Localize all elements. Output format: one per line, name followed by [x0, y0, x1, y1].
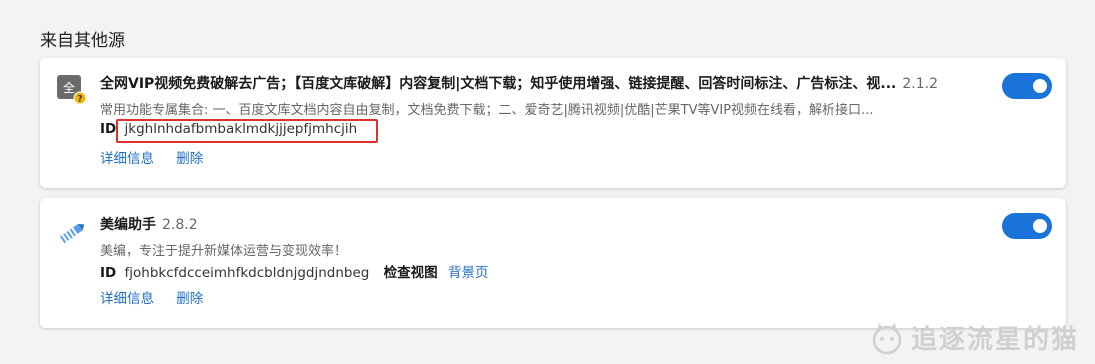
toggle-knob [1033, 219, 1047, 233]
script-extension-icon: 全 ? [56, 74, 87, 105]
toggle-knob [1033, 79, 1047, 93]
enable-toggle[interactable] [1002, 213, 1052, 239]
extension-version: 2.8.2 [162, 217, 198, 233]
extension-title: 美编助手 [100, 217, 156, 233]
svg-text:?: ? [77, 95, 82, 105]
remove-link[interactable]: 删除 [176, 291, 203, 307]
extension-title: 全网VIP视频免费破解去广告；【百度文库破解】内容复制|文档下载；知乎使用增强、… [100, 76, 897, 92]
enable-toggle[interactable] [1002, 73, 1052, 99]
remove-link[interactable]: 删除 [176, 151, 203, 167]
extension-description: 常用功能专属集合: 一、百度文库文档内容自由复制，文档免费下载；二、爱奇艺|腾讯… [100, 103, 874, 118]
background-page-link[interactable]: 背景页 [448, 265, 489, 281]
id-label: ID [100, 121, 117, 137]
section-title: 来自其他源 [40, 31, 125, 51]
details-link[interactable]: 详细信息 [100, 151, 154, 167]
watermark-text: 追逐流星的猫 [910, 325, 1079, 355]
extension-id-row: ID fjohbkcfdcceimhfkdcbldnjgdjndnbeg 检查视… [100, 261, 488, 281]
watermark: 追逐流星的猫 [869, 319, 1079, 356]
extension-id: fjohbkcfdcceimhfkdcbldnjgdjndnbeg [124, 265, 370, 281]
extension-version: 2.1.2 [902, 76, 938, 92]
id-label: ID [100, 265, 117, 281]
extension-card: 美编助手 2.8.2 美编，专注于提升新媒体运营与变现效率！ ID fjohbk… [40, 198, 1066, 328]
extension-title-row: 美编助手 2.8.2 [100, 214, 996, 234]
cat-icon [872, 322, 902, 354]
svg-text:全: 全 [63, 80, 75, 95]
extension-card: 全 ? 全网VIP视频免费破解去广告；【百度文库破解】内容复制|文档下载；知乎使… [40, 58, 1066, 188]
inspect-views-label: 检查视图 [383, 265, 438, 281]
pen-icon [56, 218, 86, 248]
extension-links: 详细信息 删除 [100, 147, 221, 167]
extension-description: 美编，专注于提升新媒体运营与变现效率！ [100, 244, 348, 259]
extension-links: 详细信息 删除 [100, 287, 221, 307]
id-highlight-box [116, 119, 378, 143]
details-link[interactable]: 详细信息 [100, 291, 154, 307]
extension-title-row: 全网VIP视频免费破解去广告；【百度文库破解】内容复制|文档下载；知乎使用增强、… [100, 73, 996, 93]
